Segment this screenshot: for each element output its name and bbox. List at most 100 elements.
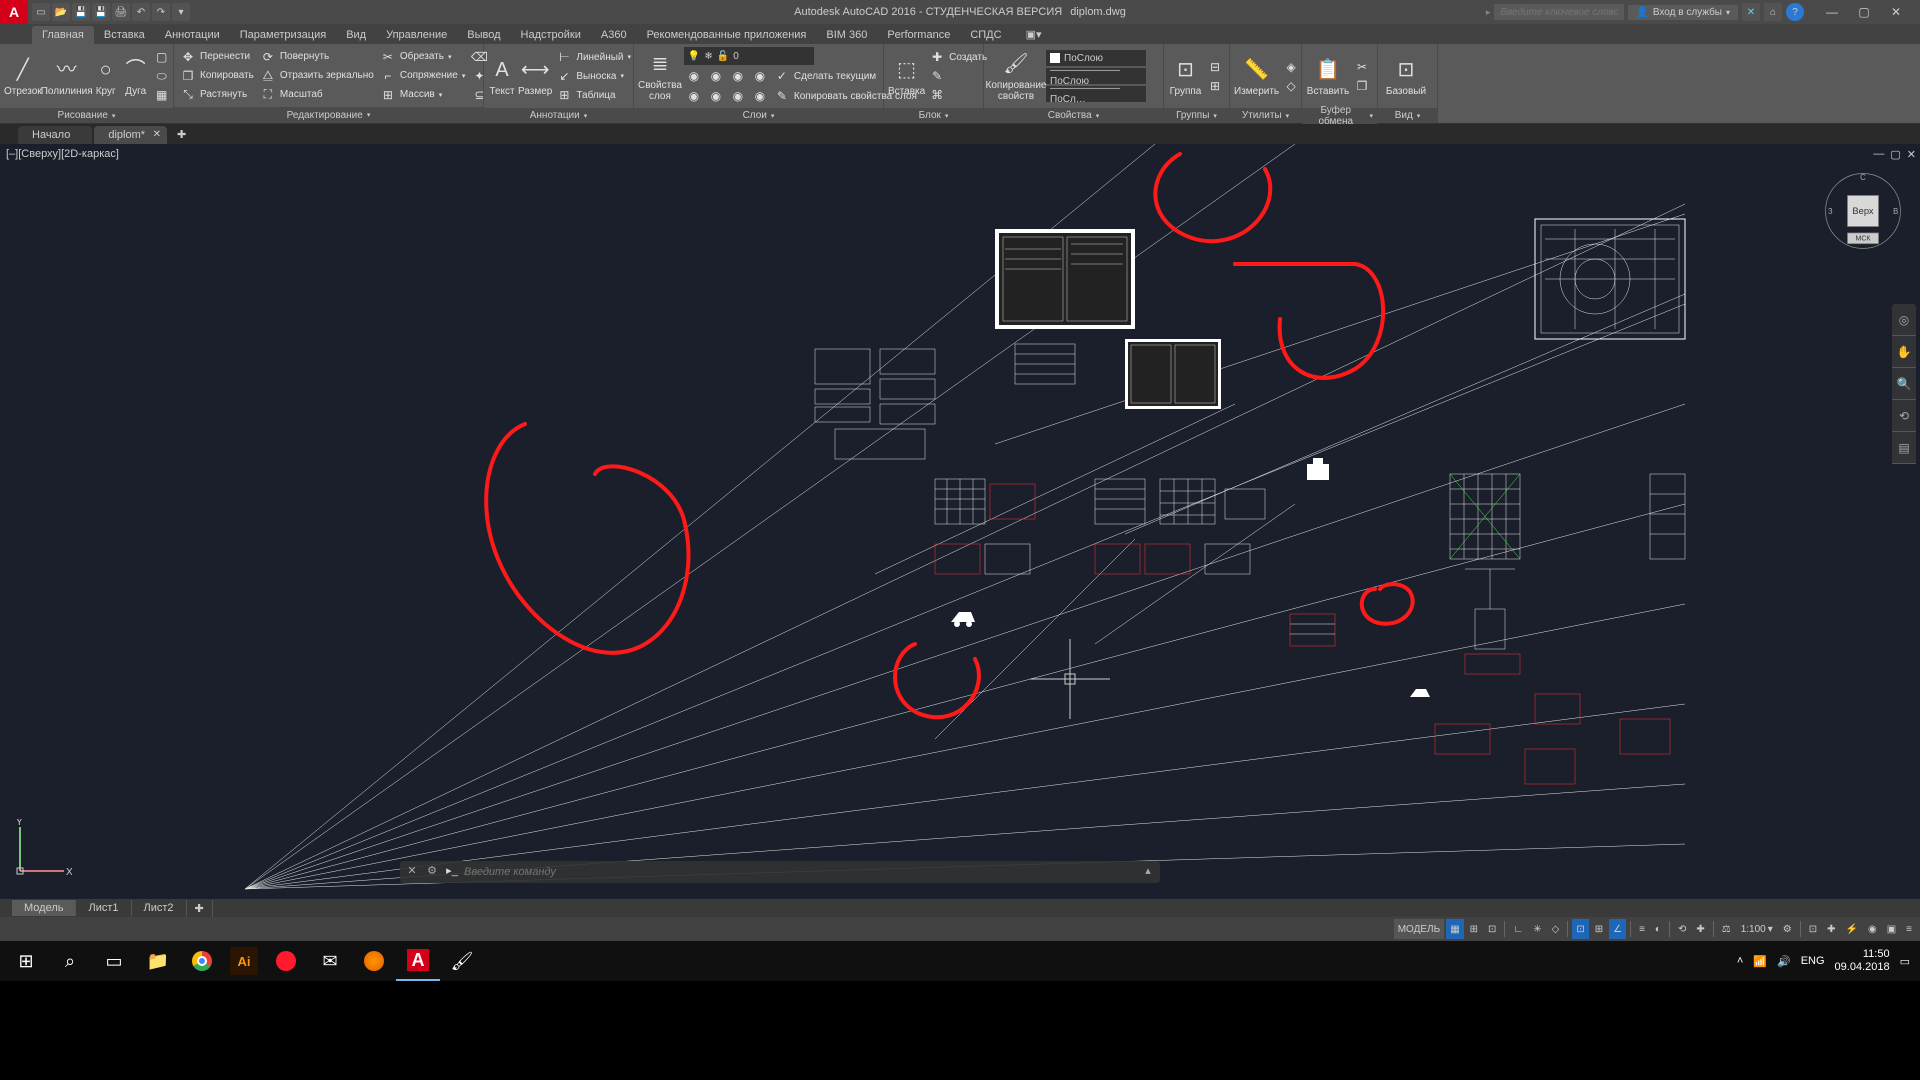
status-annomonitor-icon[interactable]: ✚: [1692, 919, 1708, 939]
chrome-icon[interactable]: [180, 941, 224, 981]
layer-tool-icon[interactable]: ◉: [728, 67, 748, 85]
status-lineweight-icon[interactable]: ≡: [1635, 919, 1649, 939]
panel-properties-title[interactable]: Свойства: [984, 108, 1163, 123]
sign-in-button[interactable]: 👤 Вход в службы ▾: [1628, 5, 1738, 20]
status-3dosnap-icon[interactable]: ⊞: [1591, 919, 1607, 939]
status-customize-icon[interactable]: ≡: [1902, 919, 1916, 939]
qat-more-icon[interactable]: ▾: [172, 3, 190, 21]
search-icon[interactable]: ⌕: [48, 941, 92, 981]
rect-icon[interactable]: ▢: [152, 48, 172, 66]
tray-network-icon[interactable]: 📶: [1753, 955, 1767, 968]
nav-wheel-icon[interactable]: ◎: [1892, 304, 1916, 336]
panel-utilities-title[interactable]: Утилиты: [1230, 108, 1301, 123]
table-button[interactable]: ⊞Таблица: [554, 86, 633, 104]
layer-tool-icon[interactable]: ◉: [684, 87, 704, 105]
status-hwaccel-icon[interactable]: ⚡: [1842, 919, 1862, 939]
nav-showmotion-icon[interactable]: ▤: [1892, 432, 1916, 464]
layer-dropdown[interactable]: 💡❄🔓0: [684, 47, 814, 65]
tray-clock[interactable]: 11:50 09.04.2018: [1835, 948, 1890, 974]
panel-annotation-title[interactable]: Аннотации: [484, 108, 633, 123]
match-props-button[interactable]: 🖌Копирование свойств: [988, 46, 1044, 106]
status-model[interactable]: МОДЕЛЬ: [1394, 919, 1444, 939]
add-layout-button[interactable]: ✚: [187, 900, 213, 917]
tab-parametric[interactable]: Параметризация: [230, 26, 336, 44]
help-search-input[interactable]: [1494, 4, 1624, 20]
layer-tool-icon[interactable]: ◉: [750, 67, 770, 85]
block-edit-icon[interactable]: ✎: [927, 67, 989, 85]
cmd-history-icon[interactable]: ▴: [1140, 864, 1156, 880]
status-isolate-icon[interactable]: ◉: [1864, 919, 1881, 939]
paste-button[interactable]: 📋Вставить: [1306, 46, 1350, 106]
nav-pan-icon[interactable]: ✋: [1892, 336, 1916, 368]
tab-collapse-icon[interactable]: ▣▾: [1016, 25, 1052, 44]
tray-notifications-icon[interactable]: ▭: [1900, 955, 1910, 968]
make-current-button[interactable]: ✓Сделать текущим: [772, 67, 878, 85]
move-button[interactable]: ✥Перенести: [178, 48, 256, 66]
status-iso-icon[interactable]: ◇: [1548, 919, 1564, 939]
ucs-icon[interactable]: Y X: [12, 819, 72, 879]
layer-tool-icon[interactable]: ◉: [706, 87, 726, 105]
save-icon[interactable]: 💾: [72, 3, 90, 21]
tab-addins[interactable]: Надстройки: [511, 26, 591, 44]
nav-orbit-icon[interactable]: ⟲: [1892, 400, 1916, 432]
redo-icon[interactable]: ↷: [152, 3, 170, 21]
status-gear-icon[interactable]: ⚙: [1779, 919, 1796, 939]
status-scale-dropdown[interactable]: 1:100 ▾: [1737, 919, 1777, 939]
hatch-icon[interactable]: ▦: [152, 86, 172, 104]
ellipse-icon[interactable]: ⬭: [152, 67, 172, 85]
create-block-button[interactable]: ✚Создать: [927, 48, 989, 66]
vp-close-icon[interactable]: ✕: [1907, 148, 1916, 161]
tab-layout2[interactable]: Лист2: [132, 900, 187, 916]
tab-insert[interactable]: Вставка: [94, 26, 155, 44]
status-workspace-icon[interactable]: ⊡: [1805, 919, 1821, 939]
close-tab-icon[interactable]: ✕: [153, 129, 161, 140]
vp-maximize-icon[interactable]: ▢: [1890, 148, 1900, 161]
command-input[interactable]: [464, 866, 1136, 878]
nav-zoom-icon[interactable]: 🔍: [1892, 368, 1916, 400]
color-dropdown[interactable]: ПоСлою: [1046, 50, 1146, 66]
linetype-dropdown[interactable]: ———————ПоСл…: [1046, 86, 1146, 102]
open-icon[interactable]: 📂: [52, 3, 70, 21]
panel-view-title[interactable]: Вид: [1378, 108, 1437, 123]
linear-dim-button[interactable]: ⊢Линейный▾: [554, 48, 633, 66]
tab-performance[interactable]: Performance: [877, 26, 960, 44]
print-icon[interactable]: 🖨: [112, 3, 130, 21]
status-osnap-icon[interactable]: ⊡: [1572, 919, 1588, 939]
status-polar-icon[interactable]: ✳: [1529, 919, 1545, 939]
text-button[interactable]: AТекст: [488, 46, 516, 106]
cut-icon[interactable]: ✂: [1352, 58, 1372, 76]
panel-layers-title[interactable]: Слои: [634, 108, 883, 123]
viewport-label[interactable]: [–][Сверху][2D-каркас]: [6, 148, 119, 160]
layer-props-button[interactable]: ≣Свойства слоя: [638, 46, 682, 106]
group-edit-icon[interactable]: ⊞: [1205, 77, 1225, 95]
base-view-button[interactable]: ⊡Базовый: [1382, 46, 1430, 106]
status-annoscale-icon[interactable]: ⚖: [1718, 919, 1735, 939]
vp-minimize-icon[interactable]: —: [1873, 148, 1884, 161]
opera-icon[interactable]: [264, 941, 308, 981]
trim-button[interactable]: ✂Обрезать▾: [378, 48, 468, 66]
tray-up-icon[interactable]: ˄: [1737, 955, 1743, 967]
saveas-icon[interactable]: 💾: [92, 3, 110, 21]
status-otrack-icon[interactable]: ∠: [1609, 919, 1626, 939]
tray-volume-icon[interactable]: 🔊: [1777, 955, 1791, 968]
rotate-button[interactable]: ⟳Повернуть: [258, 48, 376, 66]
cmd-options-icon[interactable]: ⚙: [424, 864, 440, 880]
block-attr-icon[interactable]: ⌘: [927, 86, 989, 104]
group-button[interactable]: ⊡Группа: [1168, 46, 1203, 106]
start-button[interactable]: ⊞: [4, 941, 48, 981]
arc-button[interactable]: ⌒Дуга: [122, 46, 150, 106]
explorer-icon[interactable]: 📁: [136, 941, 180, 981]
mirror-button[interactable]: ⧋Отразить зеркально: [258, 67, 376, 85]
new-icon[interactable]: ▭: [32, 3, 50, 21]
status-cycling-icon[interactable]: ⟲: [1674, 919, 1690, 939]
tab-manage[interactable]: Управление: [376, 26, 457, 44]
measure-button[interactable]: 📏Измерить: [1234, 46, 1279, 106]
tab-spds[interactable]: СПДС: [960, 26, 1011, 44]
util-icon[interactable]: ◈: [1281, 58, 1301, 76]
help-icon[interactable]: ?: [1786, 3, 1804, 21]
undo-icon[interactable]: ↶: [132, 3, 150, 21]
ungroup-icon[interactable]: ⊟: [1205, 58, 1225, 76]
tab-start[interactable]: Начало: [18, 126, 92, 144]
status-annvis-icon[interactable]: ✚: [1823, 919, 1839, 939]
layer-tool-icon[interactable]: ◉: [684, 67, 704, 85]
